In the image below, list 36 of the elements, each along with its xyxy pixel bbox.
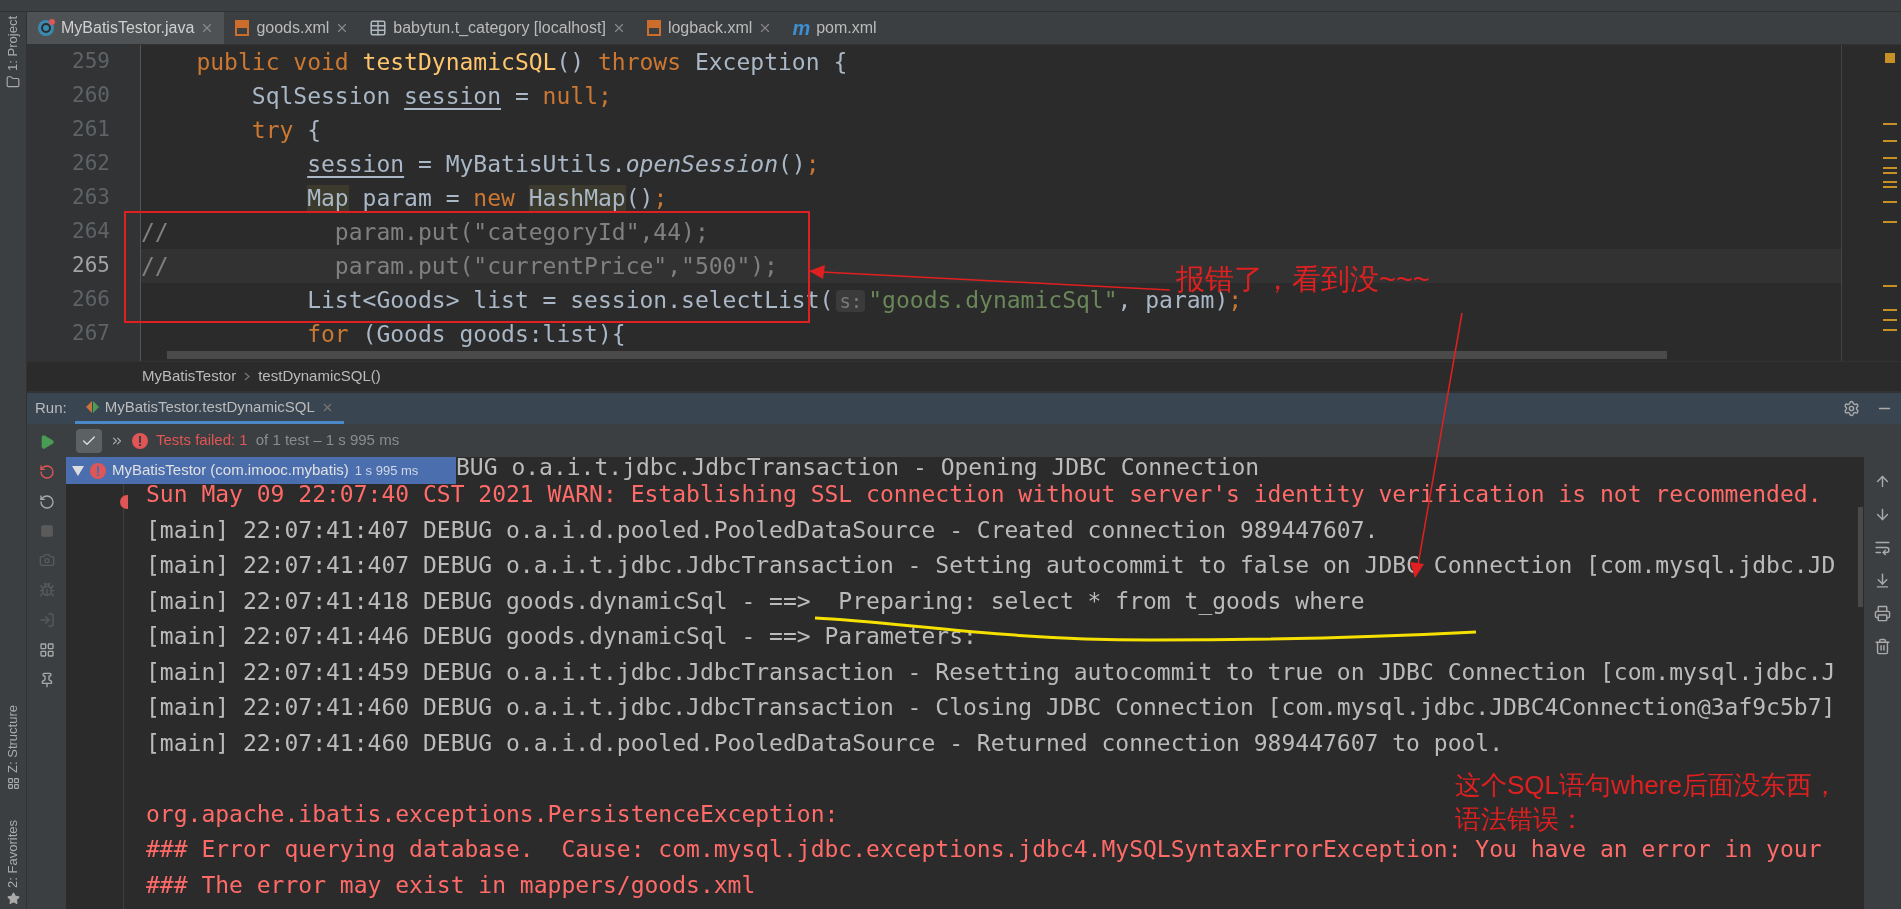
console-error-line: org.apache.ibatis.exceptions.PersistenceException: [146, 800, 839, 827]
code-line: SqlSession session = null; [250, 81, 612, 111]
console-line: [main] 22:07:41:446 DEBUG goods.dynamicSql - ==> Parameters: [146, 623, 977, 649]
console-error-line: ### The error may exist in mappers/goods.xml [146, 871, 756, 898]
annotation-text: 这个SQL语句where后面没东西，语法错误： [1455, 769, 1839, 836]
test-summary: of 1 test – 1 s 995 ms [255, 430, 400, 451]
editor-tab[interactable]: logback.xml [635, 12, 783, 44]
editor-tab[interactable]: m pom.xml [782, 12, 887, 44]
test-tree-item[interactable]: MyBatisTestor (com.imooc.mybatis) 1 s 995 ms [66, 457, 456, 484]
code-line: public void testDynamicSQL() throws Exception { [195, 47, 848, 77]
console-line: [main] 22:07:41:459 DEBUG o.a.i.t.jdbc.JdbcTransaction - Resetting autocommit to true on JDBC Connection [com.mysql.jdbc.J [146, 658, 1836, 685]
code-line: Map param = new HashMap(); [306, 183, 668, 213]
maven-icon: m [792, 18, 811, 38]
code-line: // param.put("currentPrice","500"); [141, 251, 778, 281]
editor-tab[interactable]: goods.xml [224, 12, 360, 44]
code-line: for (Goods goods:list){ [306, 319, 626, 349]
run-label: Run: [34, 398, 68, 419]
breadcrumb[interactable]: testDynamicSQL() [258, 365, 381, 388]
line-number: 265 [72, 252, 110, 280]
console-line: [main] 22:07:41:407 DEBUG o.a.i.t.jdbc.JdbcTransaction - Setting autocommit to false on JDBC Connection [com.mysql.jdbc.JD [146, 552, 1836, 578]
breadcrumb[interactable]: MyBatisTestor [142, 365, 237, 388]
console-line: BUG o.a.i.t.jdbc.JdbcTransaction - Opening JDBC Connection [456, 454, 1260, 480]
console-line: [main] 22:07:41:407 DEBUG o.a.i.d.pooled.PooledDataSource - Created connection 989447607. [146, 516, 1379, 543]
structure-tool-tab[interactable]: Z: Structure [3, 705, 23, 774]
console-error-line: ### Error querying database. Cause: com.mysql.jdbc.exceptions.jdbc4.MySQLSyntaxErrorException: You have an error in your [146, 836, 1822, 862]
editor-tab[interactable]: MyBatisTestor.java [27, 12, 225, 44]
code-line: session = MyBatisUtils.openSession(); [306, 149, 820, 179]
code-line: // param.put("categoryId",44); [141, 217, 709, 247]
console-line: [main] 22:07:41:418 DEBUG goods.dynamicSql - ==> Preparing: select * from t_goods where [146, 587, 1365, 614]
project-tool-tab[interactable]: 1: Project [3, 16, 23, 71]
console-line: [main] 22:07:41:460 DEBUG o.a.i.t.jdbc.JdbcTransaction - Closing JDBC Connection [com.mysql.jdbc.JDBC4Connection@3af9c5b7] [146, 694, 1836, 720]
editor-tab[interactable]: babytun.t_category [localhost] [359, 12, 636, 44]
tests-failed-status: Tests failed: 1 [156, 430, 248, 451]
console-line: [main] 22:07:41:460 DEBUG o.a.i.d.pooled.PooledDataSource - Returned connection 989447607 to pool. [146, 729, 1504, 756]
code-line: try { [250, 115, 322, 145]
favorites-tool-tab[interactable]: 2: Favorites [3, 820, 23, 888]
